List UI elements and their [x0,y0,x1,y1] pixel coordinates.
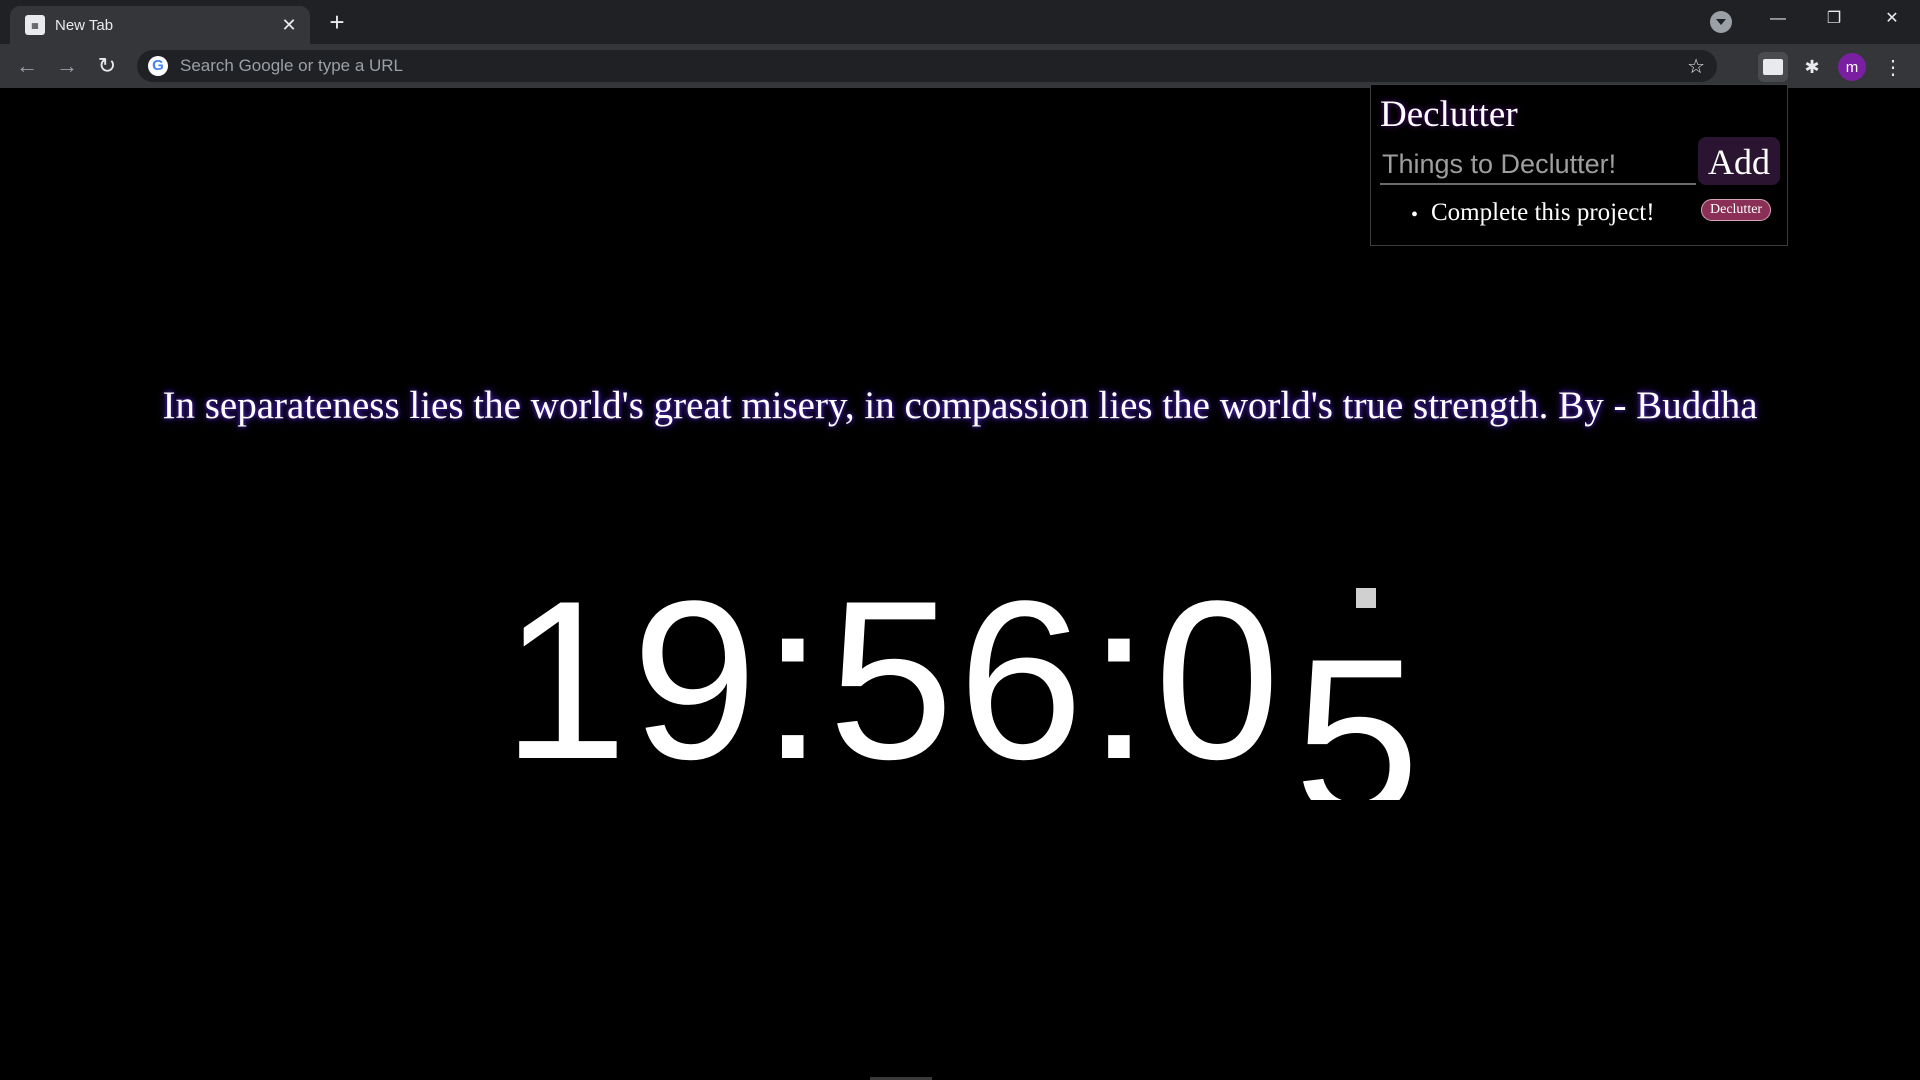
profile-avatar[interactable]: m [1838,53,1866,81]
add-button[interactable]: Add [1698,137,1780,185]
new-tab-button[interactable]: + [322,8,352,38]
forward-button[interactable]: → [53,53,81,81]
declutter-popup: Declutter Add • Complete this project! D… [1370,84,1788,246]
list-item-text: Complete this project! [1431,199,1655,226]
browser-toolbar: ← → ↻ G ☆ ✱ m ⋮ [0,44,1920,88]
tab-search-icon[interactable] [1710,11,1732,33]
list-item: • Complete this project! Declutter [1411,199,1779,229]
restore-button[interactable]: ❐ [1806,0,1862,38]
clock: 19:56:0 5 [0,553,1920,806]
clock-time: 19:56:0 [501,553,1285,806]
clock-rolling-seconds: 5 [1294,560,1418,800]
list-bullet: • [1411,204,1419,226]
declutter-input[interactable] [1380,145,1696,185]
declutter-favicon-icon: ▦ [25,15,45,35]
minimize-button[interactable]: — [1750,0,1806,38]
extensions-puzzle-icon[interactable]: ✱ [1797,52,1827,82]
reload-button[interactable]: ↻ [93,53,121,81]
address-bar[interactable]: G ☆ [137,50,1717,82]
close-tab-icon[interactable]: ✕ [278,14,300,36]
close-window-button[interactable]: ✕ [1864,0,1920,38]
google-icon: G [148,56,168,76]
declutter-item-button[interactable]: Declutter [1701,199,1772,221]
popup-title: Declutter [1380,94,1518,135]
clock-seconds-digit: 5 [1294,611,1419,801]
declutter-extension-button[interactable] [1758,52,1788,82]
address-input[interactable] [178,55,1717,77]
tab-new-tab[interactable]: ▦ New Tab ✕ [10,6,310,44]
clock-previous-digit-remnant [1356,588,1377,608]
browser-menu-icon[interactable]: ⋮ [1878,52,1908,82]
tab-title: New Tab [55,16,114,34]
declutter-extension-icon [1763,59,1783,75]
declutter-list: • Complete this project! Declutter [1411,199,1779,229]
quote-text: In separateness lies the world's great m… [162,384,1758,427]
back-button[interactable]: ← [13,53,41,81]
bookmark-star-icon[interactable]: ☆ [1687,54,1705,79]
tab-strip: ▦ New Tab ✕ + — ❐ ✕ [0,0,1920,44]
